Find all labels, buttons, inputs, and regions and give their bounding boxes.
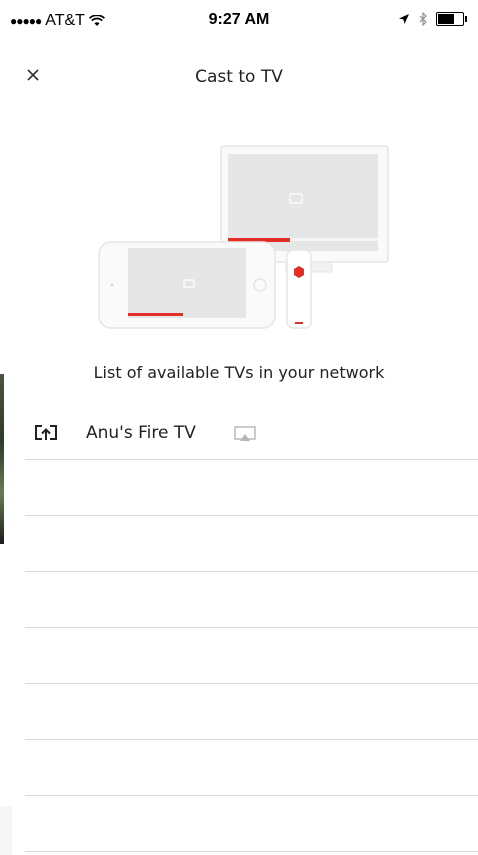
status-right bbox=[398, 12, 467, 26]
bluetooth-icon bbox=[419, 12, 427, 26]
battery-icon bbox=[436, 12, 467, 26]
device-list-header: List of available TVs in your network bbox=[93, 363, 385, 382]
cast-illustration bbox=[98, 145, 389, 329]
cast-icon bbox=[35, 425, 57, 440]
airplay-icon bbox=[234, 426, 256, 441]
status-bar: ●●●●● AT&T 9:27 AM bbox=[0, 0, 478, 40]
device-name: Anu's Fire TV bbox=[86, 423, 196, 443]
phone-illustration bbox=[98, 241, 276, 329]
list-divider bbox=[25, 459, 478, 460]
list-divider bbox=[25, 851, 478, 852]
list-divider bbox=[25, 795, 478, 796]
device-row-anus-fire-tv[interactable]: Anu's Fire TV bbox=[0, 408, 478, 460]
list-divider bbox=[25, 571, 478, 572]
remote-illustration bbox=[286, 249, 312, 329]
page-title: Cast to TV bbox=[195, 67, 283, 87]
nav-bar: Cast to TV bbox=[0, 60, 478, 100]
location-arrow-icon bbox=[399, 14, 409, 24]
background-edge-bottom bbox=[0, 806, 12, 855]
list-divider bbox=[25, 627, 478, 628]
list-divider bbox=[25, 683, 478, 684]
list-divider bbox=[25, 515, 478, 516]
list-divider bbox=[25, 739, 478, 740]
